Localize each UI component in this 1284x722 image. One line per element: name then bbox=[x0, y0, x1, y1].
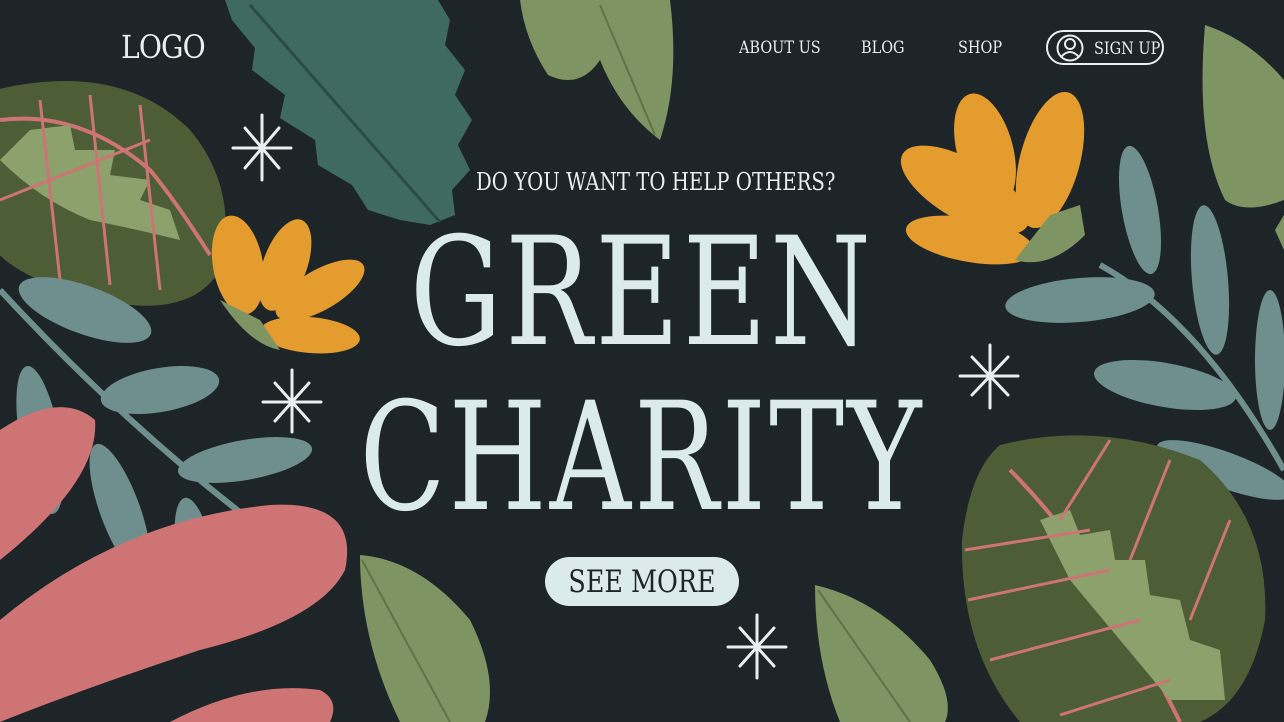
user-icon bbox=[1056, 34, 1084, 62]
olive-leaf-top bbox=[520, 0, 674, 140]
teal-oak-leaf bbox=[225, 0, 472, 225]
logo[interactable]: LOGO bbox=[121, 28, 206, 66]
hero-title-line1: GREEN bbox=[409, 206, 875, 380]
nav-link-about-us[interactable]: ABOUT US bbox=[739, 38, 821, 58]
sign-up-label: SIGN UP bbox=[1094, 39, 1161, 59]
nav-link-shop[interactable]: SHOP bbox=[958, 38, 1002, 58]
olive-leaf-top-right bbox=[1202, 25, 1284, 250]
hero-title-line2: CHARITY bbox=[359, 371, 925, 545]
see-more-label: SEE MORE bbox=[568, 564, 716, 600]
hero-tagline: DO YOU WANT TO HELP OTHERS? bbox=[476, 168, 836, 196]
see-more-button[interactable]: SEE MORE bbox=[545, 557, 739, 606]
sign-up-button[interactable]: SIGN UP bbox=[1046, 30, 1164, 65]
nav-link-blog[interactable]: BLOG bbox=[861, 38, 905, 58]
